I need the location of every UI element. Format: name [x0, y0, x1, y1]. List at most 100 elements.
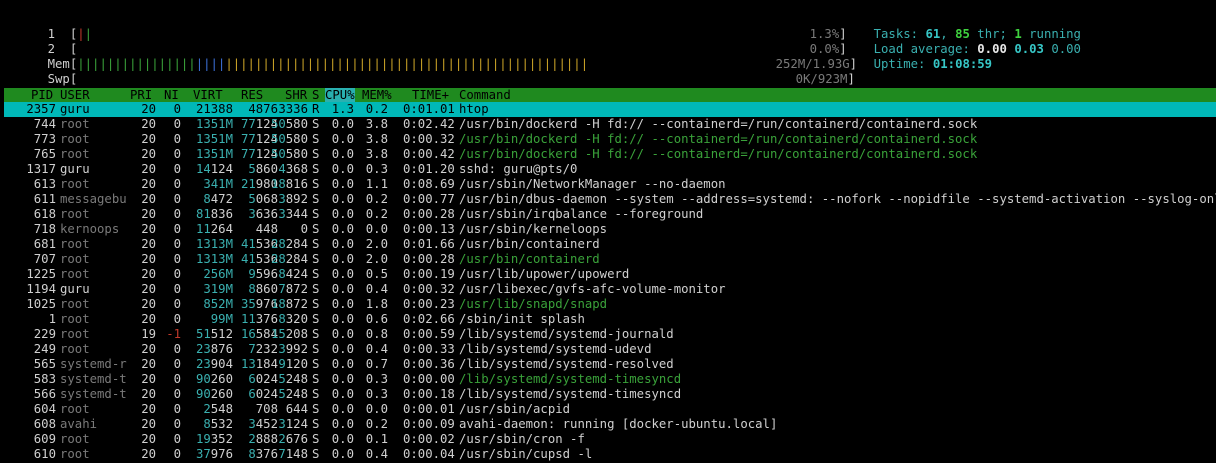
process-shr: 4368	[278, 162, 308, 176]
process-shr: 5248	[278, 372, 308, 386]
process-row[interactable]: 718 kernoops 20 0 11264 448 0 S 0.0 0.0 0:00.13/us…	[4, 222, 1216, 237]
process-mem: 1.8	[365, 297, 388, 311]
process-mem: 0.6	[365, 312, 388, 326]
process-row[interactable]: 604 root 20 0 2548 708 644 S 0.0 0.0 0:00.01/usr/s…	[4, 402, 1216, 417]
process-row[interactable]: 765 root 20 0 1351M 77124 50580 S 0.0 3.8 0:00.42/…	[4, 147, 1216, 162]
column-shr[interactable]: SHR	[285, 88, 307, 102]
process-shr: 3124	[278, 417, 308, 431]
process-row[interactable]: 744 root 20 0 1351M 77124 50580 S 0.0 3.8 0:02.42/…	[4, 117, 1216, 132]
process-row[interactable]: 773 root 20 0 1351M 77124 50580 S 0.0 3.8 0:00.32/…	[4, 132, 1216, 147]
process-s: S	[312, 207, 320, 221]
process-pid: 1317	[26, 162, 56, 176]
column-pid[interactable]: PID	[31, 88, 53, 102]
process-shr: 3992	[278, 342, 308, 356]
process-virt: 90260	[195, 387, 233, 401]
process-row[interactable]: 1025 root 20 0 852M 35976 18872 S 0.0 1.8 0:00.23/…	[4, 297, 1216, 312]
process-row-selected[interactable]: 2357 guru 20 0 21388 4876 3336 R 1.3 0.2 0:01.01 ht…	[4, 102, 1216, 117]
column-mem[interactable]: MEM%	[362, 88, 392, 102]
process-cpu: 0.0	[331, 372, 354, 386]
process-mem: 2.0	[365, 237, 388, 251]
uptime-label: Uptime:	[873, 57, 926, 71]
process-mem: 0.4	[365, 447, 388, 461]
process-row[interactable]: 610 root 20 0 37976 8376 7148 S 0.0 0.4 0:00.04/us…	[4, 447, 1216, 462]
process-mem: 0.4	[365, 342, 388, 356]
process-row[interactable]: 611 messagebu 20 0 8472 5068 3892 S 0.0 0.2 0:00.7…	[4, 192, 1216, 207]
process-user: root	[60, 447, 90, 461]
process-user: root	[60, 252, 90, 266]
process-time: 0:00.28	[403, 207, 455, 221]
process-ni: 0	[173, 312, 181, 326]
process-row[interactable]: 1194 guru 20 0 319M 8860 7872 S 0.0 0.4 0:00.32/us…	[4, 282, 1216, 297]
process-user: systemd-r	[60, 357, 127, 371]
process-pid: 249	[33, 342, 56, 356]
process-row[interactable]: 1 root 20 0 99M 11376 8320 S 0.0 0.6 0:02.66/sbin/…	[4, 312, 1216, 327]
process-mem: 0.4	[365, 282, 388, 296]
process-cpu: 0.0	[331, 357, 354, 371]
uptime-line: Uptime: 01:08:59	[844, 42, 992, 71]
process-ni: -1	[166, 327, 181, 341]
process-user: root	[60, 267, 90, 281]
process-row[interactable]: 707 root 20 0 1313M 41536 28284 S 0.0 2.0 0:00.28/…	[4, 252, 1216, 267]
process-ni: 0	[173, 207, 181, 221]
process-ni: 0	[173, 417, 181, 431]
process-row[interactable]: 608 avahi 20 0 8532 3452 3124 S 0.0 0.2 0:00.09 ava…	[4, 417, 1216, 432]
process-virt: 256M	[203, 267, 233, 281]
process-ni: 0	[173, 102, 181, 116]
process-row[interactable]: 565 systemd-r 20 0 23904 13184 9120 S 0.0 0.7 0:00…	[4, 357, 1216, 372]
process-row[interactable]: 1225 root 20 0 256M 9596 8424 S 0.0 0.5 0:00.19/us…	[4, 267, 1216, 282]
process-pid: 229	[33, 327, 56, 341]
process-virt: 21388	[195, 102, 233, 116]
column-pri[interactable]: PRI	[130, 88, 152, 102]
process-row[interactable]: 609 root 20 0 19352 2888 2676 S 0.0 0.1 0:00.02/us…	[4, 432, 1216, 447]
process-row[interactable]: 618 root 20 0 81836 3636 3344 S 0.0 0.2 0:00.28/us…	[4, 207, 1216, 222]
process-row[interactable]: 566 systemd-t 20 0 90260 6024 5248 S 0.0 0.3 0:00.…	[4, 387, 1216, 402]
process-cpu: 0.0	[331, 432, 354, 446]
process-shr: 50580	[270, 132, 308, 146]
process-row[interactable]: 613 root 20 0 341M 21980 18816 S 0.0 1.1 0:08.69/u…	[4, 177, 1216, 192]
process-mem: 0.0	[365, 222, 388, 236]
process-user: root	[60, 117, 90, 131]
process-cmd: /lib/systemd/systemd-udevd	[459, 342, 652, 356]
process-s: S	[312, 132, 320, 146]
process-mem: 0.3	[365, 162, 388, 176]
process-shr: 28284	[270, 237, 308, 251]
process-mem: 0.2	[365, 207, 388, 221]
column-s[interactable]: S	[312, 88, 319, 102]
process-row[interactable]: 249 root 20 0 23876 7232 3992 S 0.0 0.4 0:00.33/li…	[4, 342, 1216, 357]
process-ni: 0	[173, 282, 181, 296]
process-mem: 0.1	[365, 432, 388, 446]
process-time: 0:00.33	[403, 342, 455, 356]
process-s: S	[312, 297, 320, 311]
column-user[interactable]: USER	[60, 88, 90, 102]
process-user: root	[60, 177, 90, 191]
mem-bar-used: ||||||||||||||||	[77, 57, 196, 71]
column-ni[interactable]: NI	[164, 88, 179, 102]
process-cmd: /usr/lib/snapd/snapd	[459, 297, 608, 311]
process-row[interactable]: 1317 guru 20 0 14124 5860 4368 S 0.0 0.3 0:01.20 ss…	[4, 162, 1216, 177]
process-shr: 644	[285, 402, 308, 416]
process-row[interactable]: 229 root 19 -1 51512 16584 15208 S 0.0 0.8 0:00.59…	[4, 327, 1216, 342]
process-mem: 0.5	[365, 267, 388, 281]
process-cmd: /usr/lib/upower/upowerd	[459, 267, 630, 281]
process-row[interactable]: 681 root 20 0 1313M 41536 28284 S 0.0 2.0 0:01.66/…	[4, 237, 1216, 252]
process-cpu: 0.0	[331, 267, 354, 281]
process-cpu: 0.0	[331, 327, 354, 341]
mem-bar-cache: ||||||||||||||||||||||||||||||||||||||||…	[225, 57, 589, 71]
process-row[interactable]: 583 systemd-t 20 0 90260 6024 5248 S 0.0 0.3 0:00.…	[4, 372, 1216, 387]
column-virt[interactable]: VIRT	[193, 88, 223, 102]
process-cmd: /sbin/init splash	[459, 312, 585, 326]
process-s: S	[312, 282, 320, 296]
column-time[interactable]: TIME+	[412, 88, 449, 102]
column-command[interactable]: Command	[459, 88, 511, 102]
process-res: 5860	[248, 162, 278, 176]
process-cmd: avahi-daemon: running [docker-ubuntu.loc…	[459, 417, 778, 431]
process-user: guru	[60, 282, 90, 296]
process-time: 0:01.66	[403, 237, 455, 251]
process-cmd: /usr/sbin/NetworkManager --no-daemon	[459, 177, 726, 191]
process-res: 6024	[248, 372, 278, 386]
process-pri: 20	[141, 177, 156, 191]
column-cpu-sorted[interactable]: CPU%	[325, 88, 355, 102]
process-s: S	[312, 117, 320, 131]
process-cpu: 0.0	[331, 282, 354, 296]
column-res[interactable]: RES	[241, 88, 263, 102]
